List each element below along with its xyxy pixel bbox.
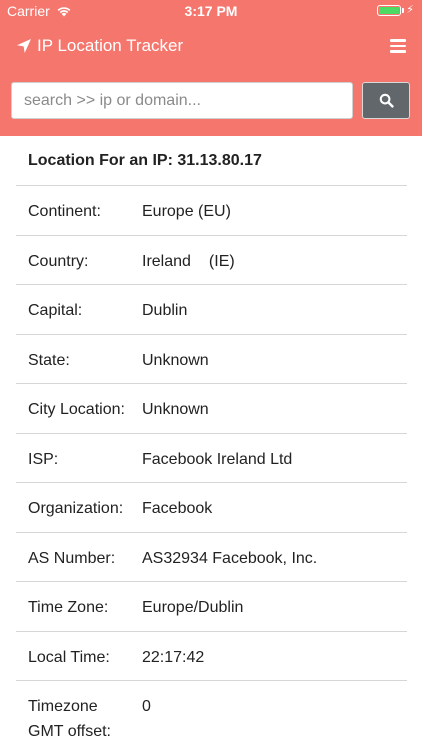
table-row: Capital: Dublin (16, 285, 407, 335)
status-time: 3:17 PM (184, 3, 238, 19)
hamburger-menu-icon[interactable] (390, 39, 406, 53)
row-label: Timezone GMT offset: (16, 681, 142, 750)
nav-bar: IP Location Tracker (0, 22, 422, 72)
menu-bar-bottom (390, 50, 406, 53)
battery-icon (377, 5, 402, 16)
search-icon (379, 93, 394, 108)
app-brand[interactable]: IP Location Tracker (16, 36, 183, 56)
row-label-line: Timezone (28, 698, 98, 715)
search-button[interactable] (362, 82, 410, 119)
row-label: City Location: (28, 401, 125, 418)
row-label: State: (28, 351, 70, 369)
row-value: Ireland (IE) (142, 236, 235, 285)
menu-bar-middle (390, 44, 406, 48)
country-code: (IE) (208, 252, 235, 270)
table-row: Timezone GMT offset: 0 (16, 681, 407, 750)
row-label: Organization: (28, 500, 124, 517)
row-value: Facebook (142, 500, 213, 517)
app-screen: Carrier 3:17 PM ⚡︎ IP Location Tracker s… (0, 0, 422, 750)
status-bar: Carrier 3:17 PM ⚡︎ (0, 0, 422, 22)
table-row: ISP: Facebook Ireland Ltd (16, 434, 407, 483)
row-label: ISP: (28, 450, 59, 468)
row-label: Continent: (28, 203, 101, 220)
row-label: Time Zone: (28, 599, 109, 616)
row-value: 0 (142, 698, 151, 715)
row-value: Unknown (142, 401, 209, 418)
menu-bar-top (390, 39, 406, 42)
row-value: Europe/Dublin (142, 599, 244, 616)
row-value: Facebook Ireland Ltd (142, 450, 293, 468)
bolt-icon: ⚡︎ (406, 4, 414, 16)
battery-cap (402, 8, 405, 13)
battery-indicator: ⚡︎ (377, 5, 414, 16)
table-row: Country: Ireland (IE) (16, 236, 407, 285)
result-panel: Location For an IP: 31.13.80.17 Continen… (16, 136, 407, 750)
battery-fill (379, 7, 400, 14)
result-title: Location For an IP: 31.13.80.17 (16, 136, 407, 186)
row-label: AS Number: (28, 549, 116, 567)
search-bar (0, 72, 422, 136)
app-title: IP Location Tracker (37, 36, 184, 55)
row-label: Local Time: (28, 648, 110, 666)
row-value: Europe (EU) (142, 203, 231, 220)
search-input[interactable] (11, 82, 353, 119)
table-row: AS Number: AS32934 Facebook, Inc. (16, 533, 407, 582)
country-name: Ireland (142, 252, 191, 270)
row-value: AS32934 Facebook, Inc. (142, 549, 318, 567)
row-label-line: GMT offset: (28, 723, 111, 740)
location-arrow-icon (17, 39, 31, 53)
row-value: Dublin (142, 302, 188, 319)
row-label: Country: (28, 252, 89, 270)
row-label: Capital: (28, 302, 83, 319)
row-value: 22:17:42 (142, 648, 205, 666)
table-row: State: Unknown (16, 335, 407, 384)
row-value: Unknown (142, 351, 209, 369)
table-row: Local Time: 22:17:42 (16, 632, 407, 681)
table-row: City Location: Unknown (16, 384, 407, 434)
table-row: Time Zone: Europe/Dublin (16, 582, 407, 632)
table-row: Continent: Europe (EU) (16, 186, 407, 236)
table-row: Organization: Facebook (16, 483, 407, 533)
